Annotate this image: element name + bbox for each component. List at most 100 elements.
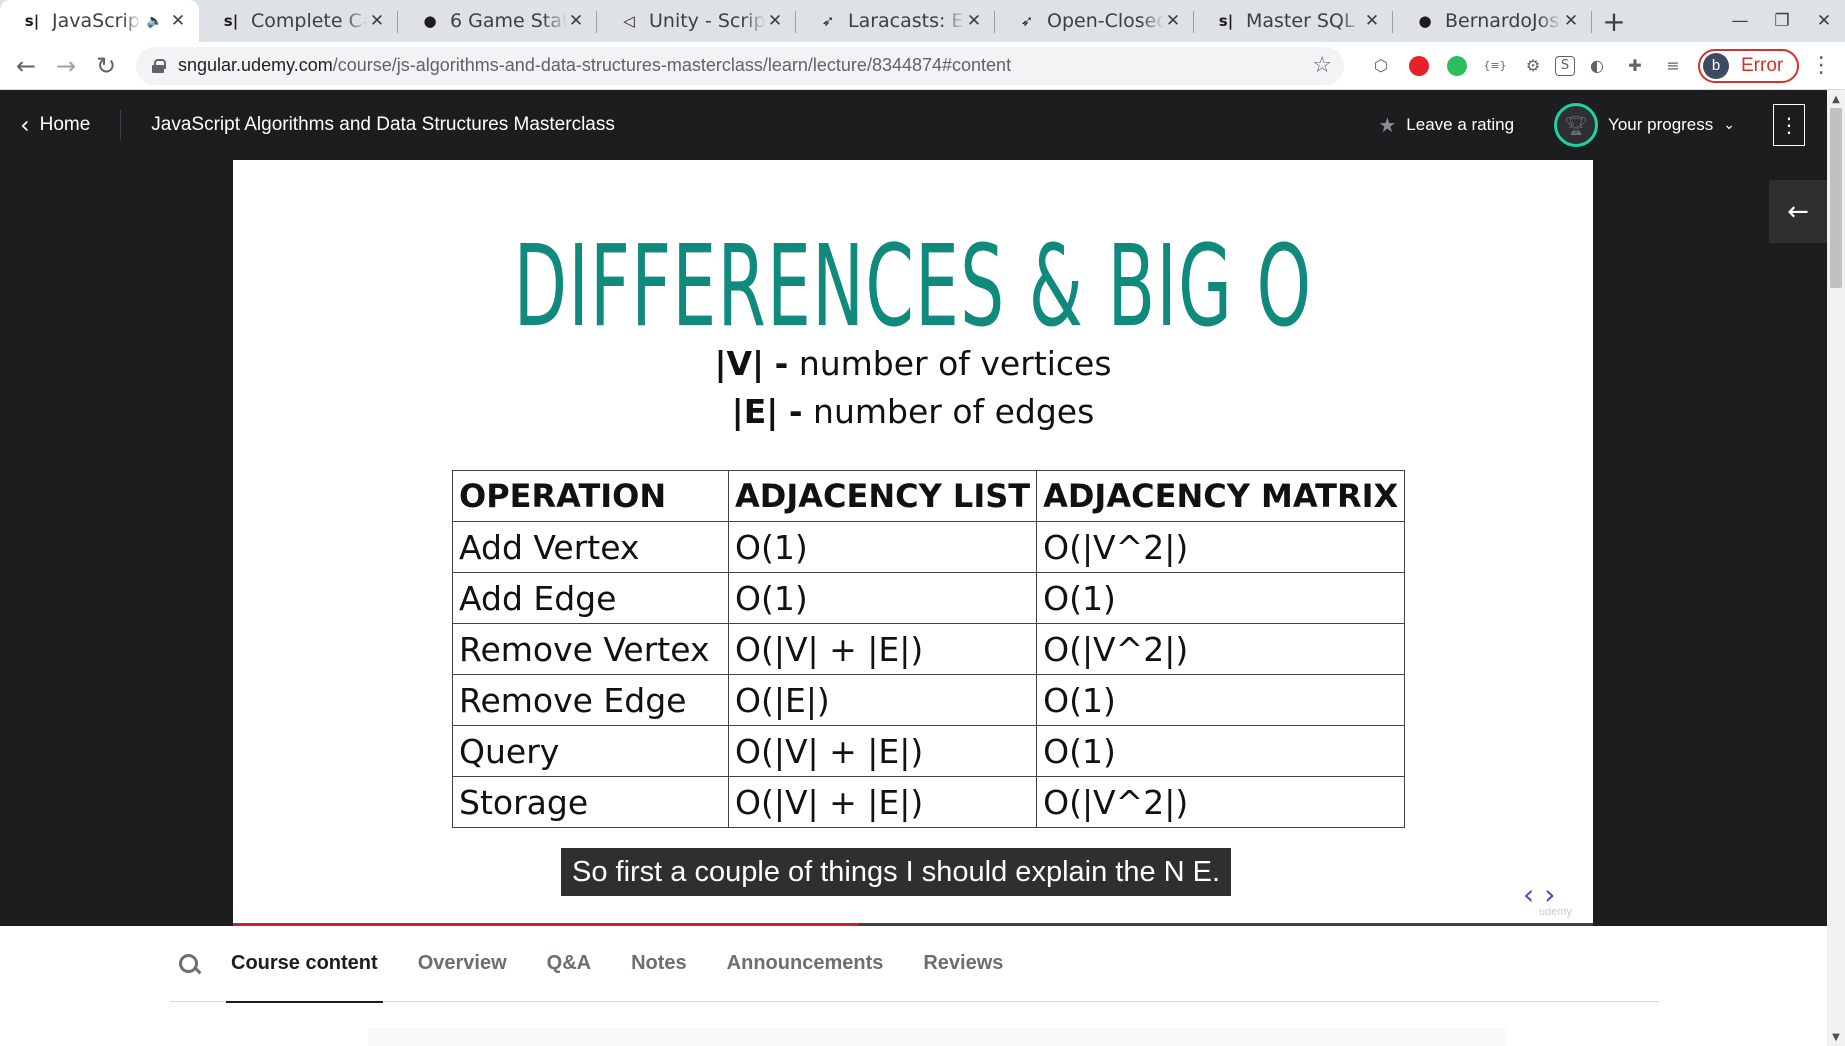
browser-tab[interactable]: ● BernardoJose ✕ [1393, 0, 1592, 42]
table-row: Add Edge O(1) O(1) [452, 572, 1406, 624]
restore-icon[interactable]: ❐ [1761, 0, 1803, 42]
extension-evernote-icon[interactable] [1441, 50, 1473, 82]
tab-separator [1591, 11, 1592, 33]
scroll-thumb[interactable] [1830, 108, 1842, 288]
table-cell: Remove Vertex [452, 623, 729, 675]
arrow-left-icon: ← [1787, 196, 1809, 227]
new-tab-button[interactable]: + [1592, 0, 1636, 42]
profile-button[interactable]: b Error [1698, 48, 1800, 83]
back-icon[interactable]: ← [6, 46, 46, 86]
prev-slide-icon[interactable]: ‹ [1523, 878, 1534, 911]
table-cell: O(|V^2|) [1036, 776, 1406, 828]
course-tab[interactable]: Reviews [918, 926, 1008, 1002]
course-tab[interactable]: Notes [626, 926, 692, 1002]
table-cell: O(|V| + |E|) [727, 776, 1038, 828]
big-o-table: OPERATION ADJACENCY LIST ADJACENCY MATRI… [452, 470, 1406, 828]
browser-tab[interactable]: ➶ Laracasts: Eloquent✕ [796, 0, 995, 42]
table-row: Remove Edge O(|E|) O(1) [452, 674, 1406, 726]
lock-icon [152, 58, 166, 73]
media-queue-icon[interactable]: ≡ [1657, 50, 1689, 82]
chevron-down-icon: ⌄ [1723, 117, 1735, 133]
tab-audio-icon[interactable]: 🔈 [147, 14, 163, 29]
course-tab[interactable]: Q&A [542, 926, 596, 1002]
extensions-puzzle-icon[interactable]: ✚ [1619, 50, 1651, 82]
more-options-button[interactable]: ⋮ [1773, 104, 1805, 146]
tab-title: BernardoJose [1445, 10, 1562, 32]
table-cell: O(|E|) [727, 674, 1038, 726]
tab-close-icon[interactable]: ✕ [368, 11, 386, 31]
tab-favicon-icon: ● [423, 12, 437, 30]
course-title[interactable]: JavaScript Algorithms and Data Structure… [151, 114, 615, 136]
table-header-row: OPERATION ADJACENCY LIST ADJACENCY MATRI… [452, 470, 1406, 522]
legend-text: number of edges [813, 392, 1095, 431]
tab-close-icon[interactable]: ✕ [1164, 11, 1182, 31]
page-scrollbar[interactable]: ▲ ▼ [1827, 90, 1845, 1046]
header-operation: OPERATION [452, 470, 729, 522]
course-tab[interactable]: Course content [226, 926, 383, 1003]
chrome-menu-icon[interactable]: ⋮ [1805, 50, 1837, 82]
tab-close-icon[interactable]: ✕ [965, 11, 983, 31]
table-row: Storage O(|V| + |E|) O(|V^2|) [452, 776, 1406, 828]
extension-json-icon[interactable]: {≡} [1479, 50, 1511, 82]
scroll-up-icon[interactable]: ▲ [1827, 90, 1845, 108]
chevron-left-icon: ‹ [20, 111, 30, 139]
browser-tab[interactable]: s| Complete C# Unity✕ [199, 0, 398, 42]
extension-cube-icon[interactable]: ⬡ [1365, 50, 1397, 82]
tab-favicon-icon: ● [1418, 12, 1432, 30]
browser-tab[interactable]: ➶ Open-Closed Principle✕ [995, 0, 1194, 42]
url-path: /course/js-algorithms-and-data-structure… [332, 55, 1012, 75]
table-cell: Storage [452, 776, 729, 828]
forward-icon[interactable]: → [46, 46, 86, 86]
legend-symbol: |E| [731, 392, 779, 431]
tab-title: Complete C# Unity [251, 10, 368, 32]
close-window-icon[interactable]: ✕ [1803, 0, 1845, 42]
browser-tab[interactable]: ● 6 Game States✕ [398, 0, 597, 42]
browser-tab[interactable]: ◁ Unity - Scripting✕ [597, 0, 796, 42]
window-controls: — ❐ ✕ [1719, 0, 1845, 42]
tab-close-icon[interactable]: ✕ [1363, 11, 1381, 31]
browser-tab[interactable]: s| JavaScript 🔈 ✕ [0, 0, 199, 42]
table-cell: O(|V^2|) [1036, 623, 1406, 675]
extension-gear-icon[interactable]: ⚙ [1517, 50, 1549, 82]
scroll-down-icon[interactable]: ▼ [1827, 1028, 1845, 1046]
table-cell: O(1) [727, 572, 1038, 624]
leave-rating-button[interactable]: ★ Leave a rating [1378, 113, 1514, 137]
browser-tab[interactable]: s| Master SQL For✕ [1194, 0, 1393, 42]
expand-sidebar-button[interactable]: ← [1769, 180, 1827, 243]
extension-darkmode-icon[interactable]: ◐ [1581, 50, 1613, 82]
video-player[interactable]: DIFFERENCES & BIG O |V| - number of vert… [0, 160, 1827, 926]
table-cell: O(|V| + |E|) [727, 725, 1038, 777]
profile-status: Error [1741, 54, 1784, 76]
tab-favicon-icon: s| [1218, 12, 1234, 30]
tab-favicon-icon: ➶ [821, 12, 835, 30]
extension-adblock-icon[interactable] [1403, 50, 1435, 82]
course-content-panel [368, 1028, 1506, 1046]
course-tab[interactable]: Overview [413, 926, 512, 1002]
your-progress-button[interactable]: 🏆︎ Your progress ⌄ [1554, 103, 1735, 147]
tab-close-icon[interactable]: ✕ [567, 11, 585, 31]
extension-s-icon[interactable]: S [1555, 55, 1575, 76]
tab-title: Master SQL For [1246, 10, 1363, 32]
browser-tabs: s|JavaScript🔈✕s|Complete C# Unity✕●6 Gam… [0, 0, 1592, 42]
home-link[interactable]: ‹ Home [0, 110, 122, 140]
tab-close-icon[interactable]: ✕ [1562, 11, 1580, 31]
reload-icon[interactable]: ↻ [86, 46, 126, 86]
course-tabs: Course content Overview Q&A Notes Announceme… [170, 926, 1659, 1003]
minimize-icon[interactable]: — [1719, 0, 1761, 42]
legend-edges: |E| - number of edges [731, 392, 1095, 431]
address-bar[interactable]: sngular.udemy.com/course/js-algorithms-a… [136, 46, 1344, 85]
table-cell: O(|V^2|) [1036, 521, 1406, 573]
profile-avatar: b [1703, 52, 1729, 79]
url-host: sngular.udemy.com [178, 55, 333, 75]
tab-favicon-icon: s| [223, 12, 239, 30]
table-row: Add Vertex O(1) O(|V^2|) [452, 521, 1406, 573]
home-label: Home [39, 114, 91, 135]
course-header: ‹ Home JavaScript Algorithms and Data St… [0, 90, 1827, 160]
search-icon[interactable] [174, 949, 204, 979]
tab-close-icon[interactable]: ✕ [766, 11, 784, 31]
bookmark-star-icon[interactable]: ☆ [1312, 53, 1332, 78]
table-cell: O(1) [1036, 572, 1406, 624]
course-tab[interactable]: Announcements [722, 926, 889, 1002]
table-cell: Query [452, 725, 729, 777]
tab-close-icon[interactable]: ✕ [169, 11, 187, 31]
